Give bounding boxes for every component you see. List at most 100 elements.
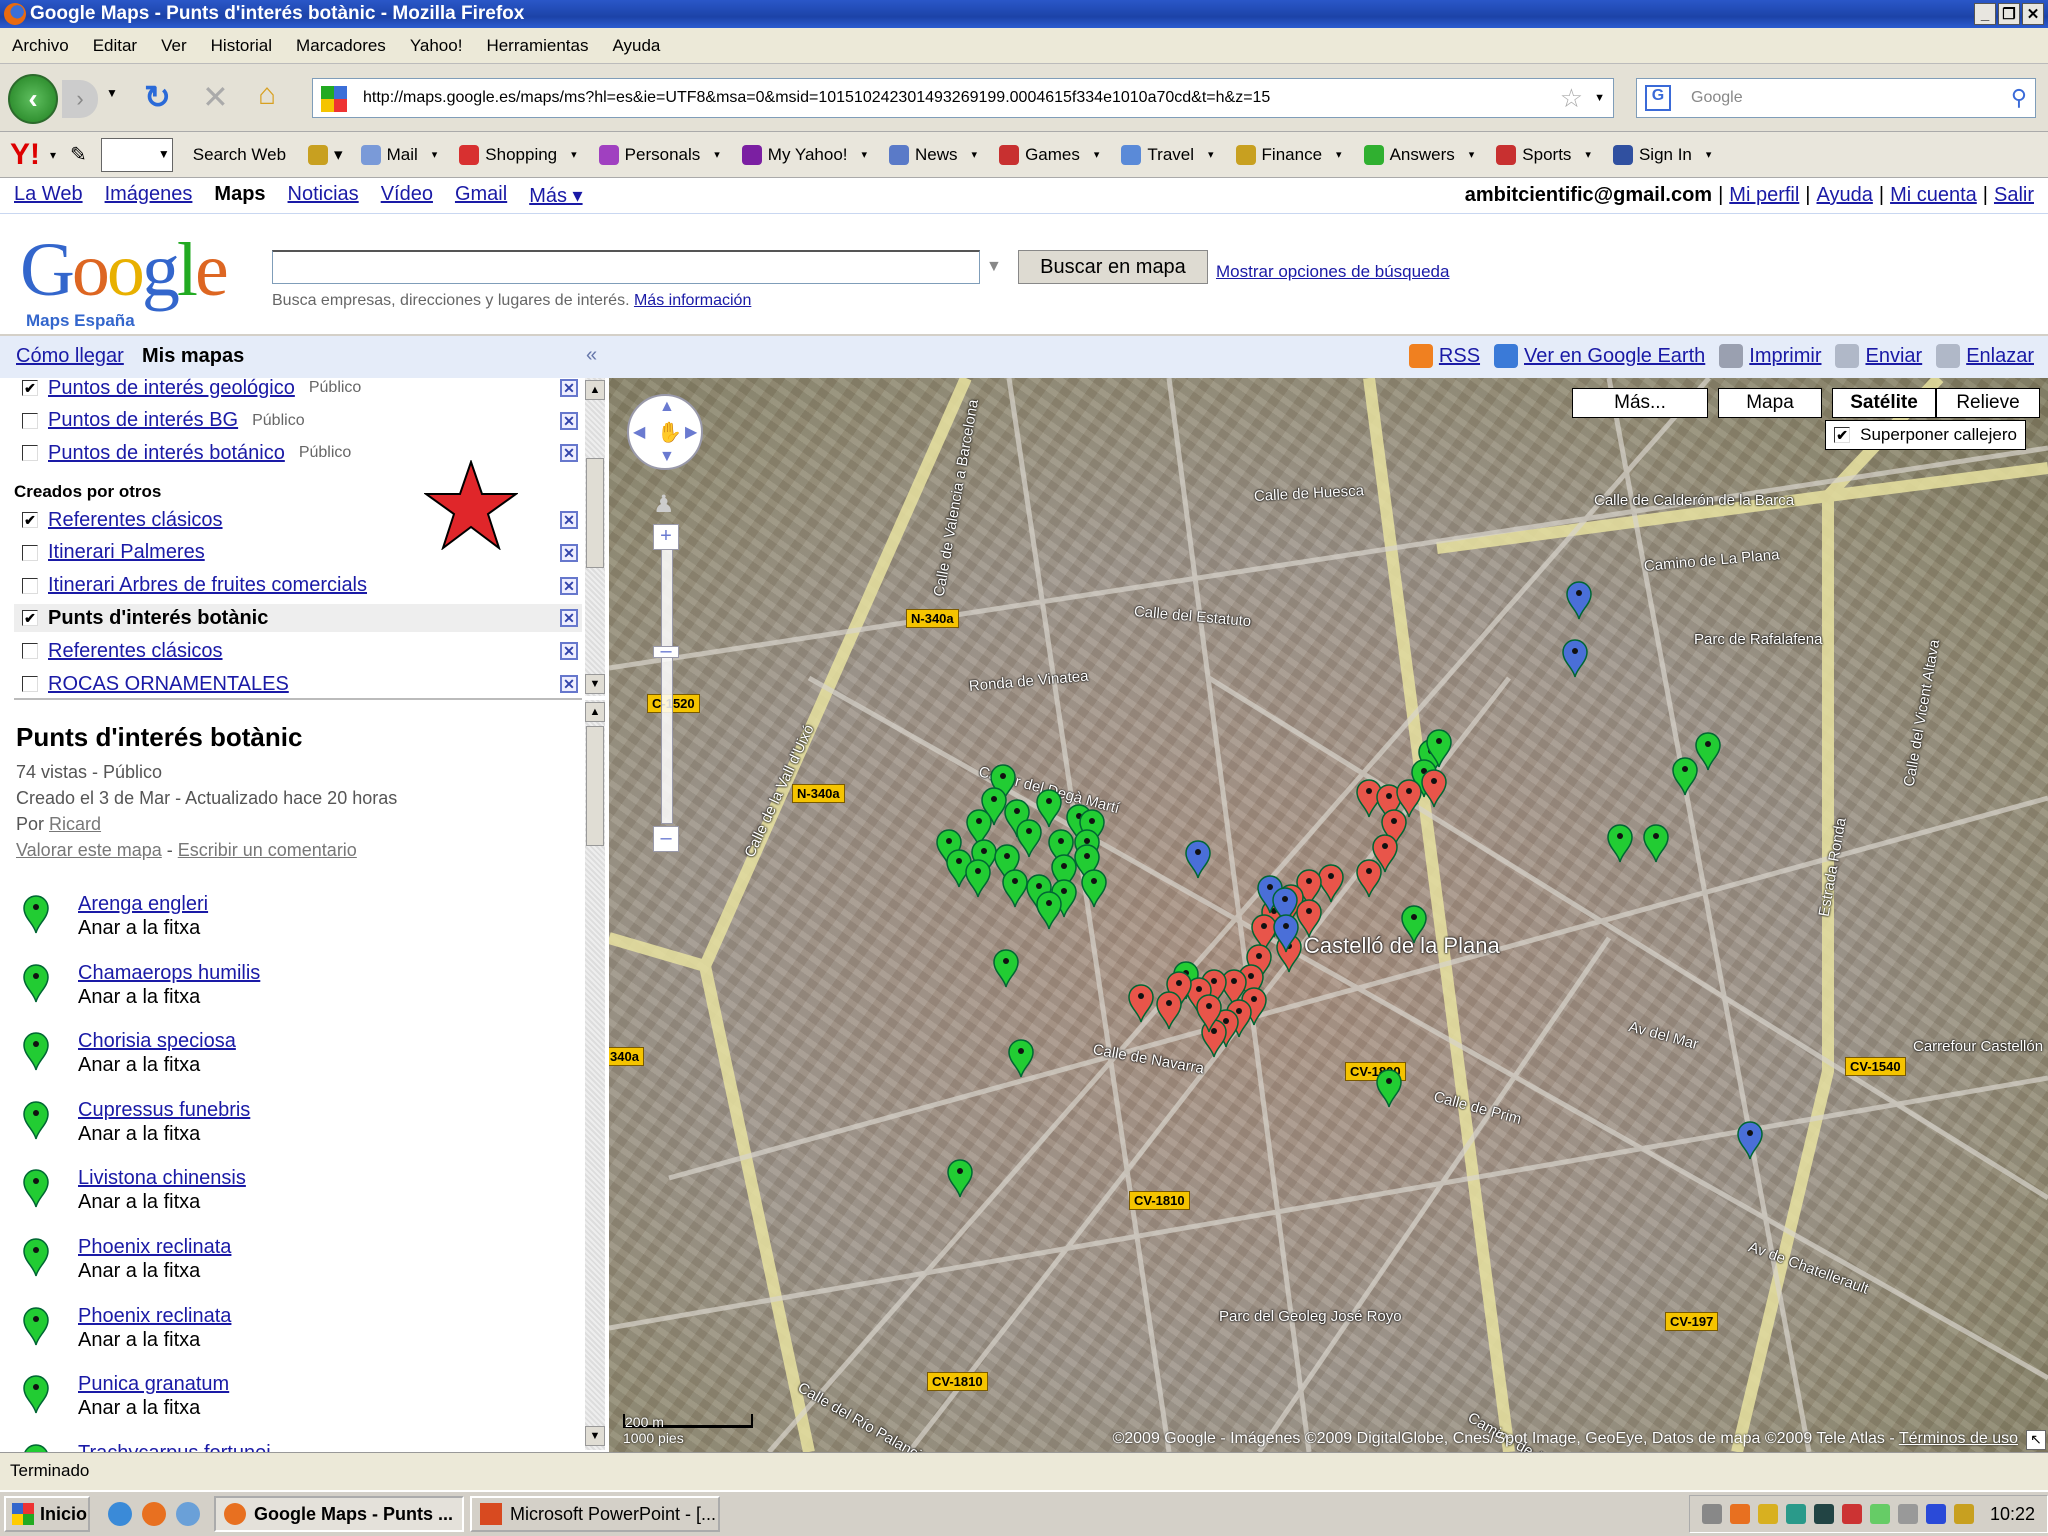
- green-marker-icon[interactable]: [1080, 868, 1108, 908]
- blue-marker-icon[interactable]: [1565, 580, 1593, 620]
- place-sheet-link[interactable]: Anar a la fitxa: [78, 1191, 200, 1214]
- tray-icon[interactable]: [1785, 1504, 1806, 1524]
- account-link[interactable]: Mi cuenta: [1890, 184, 1977, 207]
- remove-map-icon[interactable]: ✕: [560, 411, 578, 430]
- close-button[interactable]: ✕: [2022, 3, 2044, 25]
- restore-button[interactable]: ❐: [1998, 3, 2020, 25]
- map-visibility-checkbox[interactable]: [22, 544, 38, 561]
- google-service-link[interactable]: Gmail: [455, 183, 507, 208]
- menu-item[interactable]: Editar: [93, 36, 137, 56]
- red-marker-icon[interactable]: [1195, 993, 1223, 1033]
- rate-map-link[interactable]: Valorar este mapa: [16, 840, 162, 860]
- more-info-link[interactable]: Más información: [634, 292, 751, 309]
- satellite-map[interactable]: N-340a N-340a C-1520 CV-1810 CV-1810 CV-1800 C…: [609, 378, 2048, 1452]
- overview-toggle-button[interactable]: ↖: [2026, 1430, 2046, 1450]
- scroll-up-button[interactable]: ▲: [585, 380, 605, 400]
- place-sheet-link[interactable]: Anar a la fitxa: [78, 1260, 200, 1283]
- blue-marker-icon[interactable]: [1272, 913, 1300, 953]
- search-options-link[interactable]: Mostrar opciones de búsqueda: [1216, 262, 1449, 282]
- place-name-link[interactable]: Arenga engleri: [78, 893, 208, 916]
- google-service-link[interactable]: Maps: [214, 183, 265, 208]
- green-marker-icon[interactable]: [1007, 1038, 1035, 1078]
- map-search-input[interactable]: [272, 250, 980, 284]
- map-type-more[interactable]: Más...: [1572, 388, 1708, 418]
- yahoo-toolbar-item[interactable]: News ▾: [889, 144, 977, 165]
- place-list-item[interactable]: Chamaerops humilis Anar a la fitxa: [22, 962, 562, 1024]
- green-marker-icon[interactable]: [1035, 890, 1063, 930]
- firefox-icon[interactable]: [142, 1502, 166, 1526]
- street-overlay-option[interactable]: ✔ Superponer callejero: [1825, 420, 2026, 450]
- place-list-item[interactable]: Trachycarpus fortuneiAnar a la fitxa: [22, 1442, 562, 1452]
- task-powerpoint[interactable]: Microsoft PowerPoint - [...: [470, 1496, 720, 1532]
- search-engine-icon[interactable]: G: [1645, 85, 1671, 111]
- yahoo-toolbar-item[interactable]: Answers ▾: [1363, 144, 1474, 165]
- pan-down-icon[interactable]: ▼: [659, 448, 675, 466]
- collapse-panel-button[interactable]: «: [586, 344, 597, 367]
- place-name-link[interactable]: Chamaerops humilis: [78, 962, 260, 985]
- google-service-link[interactable]: Imágenes: [105, 183, 193, 208]
- menu-item[interactable]: Archivo: [12, 36, 69, 56]
- green-marker-icon[interactable]: [946, 1158, 974, 1198]
- map-name-link[interactable]: Puntos de interés botánico: [48, 442, 285, 465]
- map-visibility-checkbox[interactable]: [22, 643, 38, 660]
- map-visibility-checkbox[interactable]: [22, 577, 38, 594]
- panel-action-link[interactable]: Ver en Google Earth: [1494, 344, 1705, 368]
- task-google-maps[interactable]: Google Maps - Punts ...: [214, 1496, 464, 1532]
- remove-map-icon[interactable]: ✕: [560, 379, 578, 397]
- green-marker-icon[interactable]: [1642, 823, 1670, 863]
- account-link[interactable]: Salir: [1994, 184, 2034, 207]
- account-link[interactable]: Ayuda: [1817, 184, 1873, 207]
- place-sheet-link[interactable]: Anar a la fitxa: [78, 1329, 200, 1352]
- yahoo-toolbar-item[interactable]: Finance ▾: [1235, 144, 1342, 165]
- yahoo-toolbar-item[interactable]: Personals ▾: [598, 144, 720, 165]
- remove-map-icon[interactable]: ✕: [560, 444, 578, 462]
- blue-marker-icon[interactable]: [1736, 1120, 1764, 1160]
- pegman-icon[interactable]: ♟: [653, 490, 675, 519]
- place-sheet-link[interactable]: Anar a la fitxa: [78, 1397, 200, 1420]
- remove-map-icon[interactable]: ✕: [560, 609, 578, 628]
- url-bar[interactable]: http://maps.google.es/maps/ms?hl=es&ie=U…: [312, 78, 1614, 118]
- pan-left-icon[interactable]: ◀: [633, 422, 645, 442]
- blue-marker-icon[interactable]: [1561, 638, 1589, 678]
- minimize-button[interactable]: _: [1974, 3, 1996, 25]
- history-dropdown[interactable]: ▼: [106, 86, 118, 100]
- map-visibility-checkbox[interactable]: ✔: [22, 380, 38, 396]
- account-link[interactable]: Mi perfil: [1729, 184, 1799, 207]
- terms-link[interactable]: Términos de uso: [1899, 1430, 2018, 1447]
- hand-icon[interactable]: ✋: [657, 420, 682, 445]
- yahoo-toolbar-item[interactable]: Sign In ▾: [1612, 144, 1711, 165]
- red-marker-icon[interactable]: [1155, 990, 1183, 1030]
- scroll-up-button[interactable]: ▲: [585, 702, 605, 722]
- zoom-in-button[interactable]: +: [653, 524, 679, 550]
- place-list-item[interactable]: Phoenix reclinata Anar a la fitxa: [22, 1305, 562, 1367]
- tab-my-maps[interactable]: Mis mapas: [142, 345, 244, 368]
- green-marker-icon[interactable]: [22, 1442, 50, 1452]
- green-marker-icon[interactable]: [1375, 1068, 1403, 1108]
- keyboard-icon[interactable]: [1701, 1504, 1722, 1524]
- place-list-item[interactable]: Livistona chinensis Anar a la fitxa: [22, 1167, 562, 1229]
- place-name-link[interactable]: Phoenix reclinata: [78, 1236, 231, 1259]
- map-visibility-checkbox[interactable]: [22, 445, 38, 461]
- panel-action-link[interactable]: Imprimir: [1719, 344, 1821, 368]
- place-list-item[interactable]: Cupressus funebris Anar a la fitxa: [22, 1099, 562, 1161]
- green-marker-icon[interactable]: [22, 893, 50, 940]
- menu-item[interactable]: Ayuda: [612, 36, 660, 56]
- map-list-item[interactable]: ✔ Punts d'interés botànic: [14, 604, 582, 633]
- scroll-down-button[interactable]: ▼: [585, 1426, 605, 1446]
- shield-icon[interactable]: ▾: [308, 144, 343, 165]
- map-name-link[interactable]: Puntos de interés geológico: [48, 378, 295, 400]
- maps-list-scrollbar[interactable]: ▲ ▼: [585, 378, 605, 696]
- place-list-item[interactable]: Chorisia speciosa Anar a la fitxa: [22, 1030, 562, 1092]
- panel-action-link[interactable]: RSS: [1408, 344, 1480, 368]
- green-marker-icon[interactable]: [992, 948, 1020, 988]
- search-web-button[interactable]: Search Web: [193, 145, 286, 165]
- green-marker-icon[interactable]: [22, 1373, 50, 1420]
- green-marker-icon[interactable]: [22, 1305, 50, 1352]
- home-icon[interactable]: ⌂: [258, 78, 276, 112]
- dropdown-arrow-icon[interactable]: ▾: [714, 148, 720, 161]
- details-scrollbar[interactable]: ▲ ▼: [585, 700, 605, 1450]
- map-name-link[interactable]: Itinerari Palmeres: [48, 541, 205, 564]
- tray-icon[interactable]: [1729, 1504, 1750, 1524]
- dropdown-arrow-icon[interactable]: ▾: [1336, 148, 1342, 161]
- menu-item[interactable]: Herramientas: [486, 36, 588, 56]
